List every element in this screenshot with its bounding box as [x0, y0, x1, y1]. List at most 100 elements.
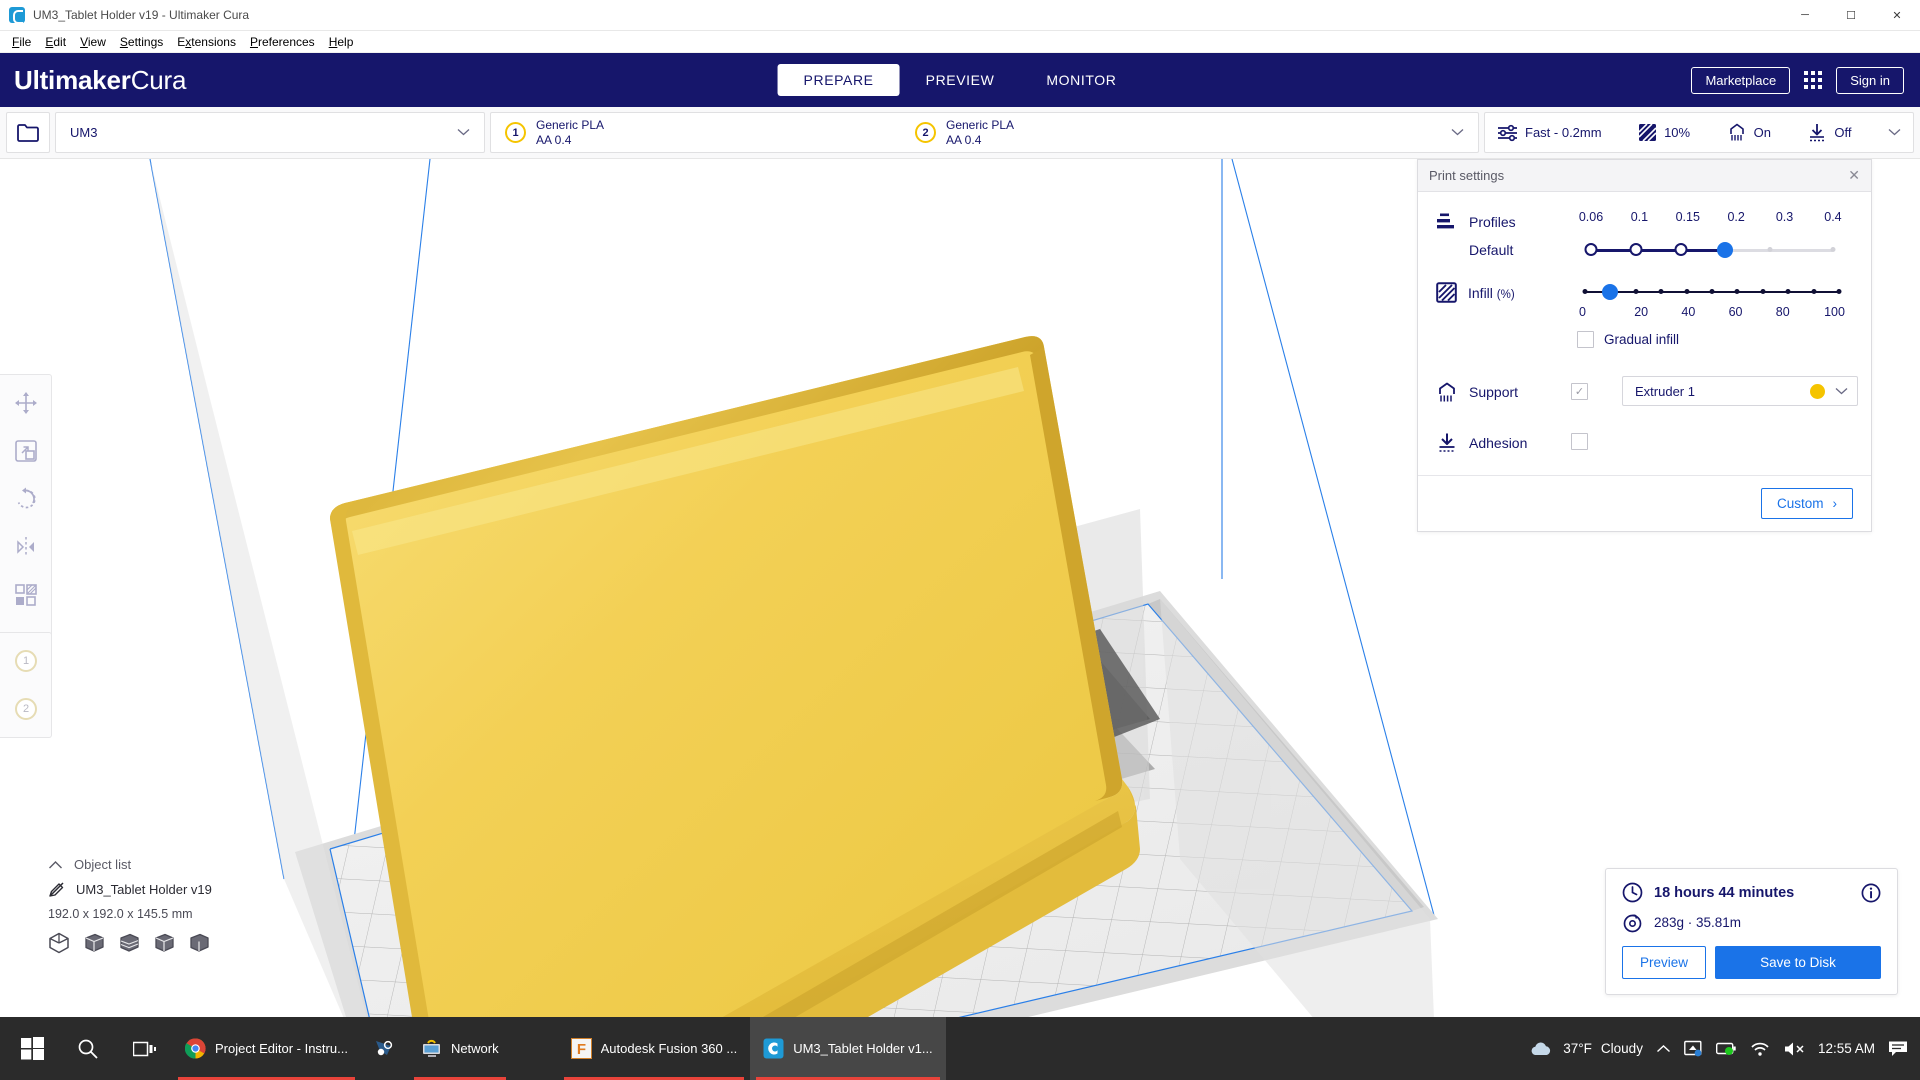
notification-icon [1889, 1041, 1907, 1056]
per-model-settings-tool-button[interactable] [0, 571, 52, 619]
marketplace-button[interactable]: Marketplace [1691, 66, 1791, 94]
taskbar-app-cura[interactable]: UM3_Tablet Holder v1... [750, 1017, 946, 1080]
rotate-tool-button[interactable] [0, 475, 52, 523]
object-dimensions: 192.0 x 192.0 x 145.5 mm [48, 907, 193, 921]
taskbar-clock[interactable]: 12:55 AM [1818, 1041, 1875, 1056]
info-icon[interactable] [1861, 883, 1881, 903]
extruder-2-config[interactable]: 2 Generic PLA AA 0.4 [915, 118, 1325, 148]
adhesion-row: Adhesion [1436, 412, 1853, 469]
side-view-icon[interactable] [188, 932, 210, 954]
task-view-button[interactable] [116, 1017, 172, 1080]
scale-tool-button[interactable] [0, 427, 52, 475]
extruder-button-1-label: 1 [15, 650, 37, 672]
open-file-button[interactable] [6, 112, 50, 153]
extruder-button-1[interactable]: 1 [0, 637, 52, 685]
search-button[interactable] [60, 1017, 116, 1080]
app-header: UltimakerCura PREPARE PREVIEW MONITOR Ma… [0, 53, 1920, 107]
gradual-infill-row[interactable]: Gradual infill [1571, 331, 1853, 348]
steam-icon [375, 1040, 393, 1056]
tray-overflow-button[interactable] [1656, 1044, 1671, 1054]
notification-center-button[interactable] [1888, 1040, 1908, 1058]
tab-preview[interactable]: PREVIEW [900, 64, 1021, 96]
profile-dot-2[interactable] [1674, 243, 1688, 256]
onedrive-tray-icon[interactable] [1684, 1040, 1703, 1057]
support-extruder-dropdown[interactable]: Extruder 1 [1622, 376, 1858, 406]
menu-help[interactable]: Help [322, 33, 361, 51]
adhesion-indicator[interactable]: Off [1807, 123, 1852, 142]
support-checkbox[interactable]: ✓ [1571, 382, 1588, 400]
wifi-tray-icon[interactable] [1750, 1041, 1770, 1057]
menu-edit[interactable]: Edit [38, 33, 73, 51]
profiles-sub-label: Default [1469, 242, 1514, 258]
profile-dot-4[interactable] [1767, 247, 1773, 252]
menu-preferences[interactable]: Preferences [243, 33, 322, 51]
app-grid-icon[interactable] [1804, 71, 1823, 89]
object-list-item[interactable]: UM3_Tablet Holder v19 [48, 881, 212, 898]
front-view-icon[interactable] [153, 932, 175, 954]
extruder-1-badge: 1 [505, 122, 526, 143]
infill-slider[interactable] [1582, 284, 1842, 300]
maximize-button[interactable]: ☐ [1828, 0, 1874, 31]
extruder-1-config[interactable]: 1 Generic PLA AA 0.4 [505, 118, 915, 148]
battery-tray-icon[interactable] [1715, 1041, 1737, 1056]
custom-settings-button[interactable]: Custom › [1760, 488, 1853, 519]
profile-tick-0: 0.06 [1578, 210, 1604, 224]
profile-dot-3-selected[interactable] [1717, 242, 1734, 258]
profile-dot-0[interactable] [1584, 243, 1598, 256]
menu-extensions[interactable]: Extensions [170, 33, 243, 51]
close-icon[interactable]: ✕ [1848, 167, 1860, 184]
move-tool-button[interactable] [0, 379, 52, 427]
adhesion-checkbox[interactable] [1571, 433, 1588, 450]
solid-view-icon[interactable] [48, 932, 70, 954]
infill-tick-2: 40 [1681, 305, 1696, 319]
tab-prepare[interactable]: PREPARE [777, 64, 900, 96]
taskbar-app-steam[interactable] [361, 1017, 408, 1080]
print-setup-selector[interactable]: Fast - 0.2mm 10% On Off [1484, 112, 1914, 153]
extruder-button-2[interactable]: 2 [0, 685, 52, 733]
gradual-infill-checkbox[interactable] [1577, 331, 1594, 348]
taskbar-app-chrome[interactable]: Project Editor - Instru... [172, 1017, 361, 1080]
extruder-2-nozzle: AA 0.4 [946, 132, 982, 147]
printer-name: UM3 [70, 125, 98, 140]
volume-tray-icon[interactable] [1783, 1041, 1805, 1057]
layer-view-icon[interactable] [118, 932, 140, 954]
xray-view-icon[interactable] [83, 932, 105, 954]
pencil-icon [49, 882, 64, 897]
sign-in-button[interactable]: Sign in [1836, 66, 1904, 94]
menu-file[interactable]: File [5, 33, 38, 51]
preview-button[interactable]: Preview [1622, 946, 1707, 979]
save-to-disk-button[interactable]: Save to Disk [1715, 946, 1881, 979]
menu-view[interactable]: View [73, 33, 113, 51]
logo-bold: Ultimaker [14, 64, 131, 95]
spool-icon [1623, 914, 1642, 933]
menu-settings[interactable]: Settings [113, 33, 170, 51]
mirror-tool-button[interactable] [0, 523, 52, 571]
close-button[interactable]: ✕ [1874, 0, 1920, 31]
start-button[interactable] [4, 1017, 60, 1080]
profiles-label: Profiles [1469, 214, 1516, 230]
profile-dot-1[interactable] [1629, 243, 1643, 256]
weather-widget[interactable]: 37°F Cloudy [1528, 1040, 1643, 1058]
model-tools-toolbar [0, 374, 52, 672]
infill-tick-1: 20 [1634, 305, 1649, 319]
support-extruder-value: Extruder 1 [1635, 383, 1695, 399]
profile-dot-5[interactable] [1830, 247, 1836, 252]
taskbar-app-network[interactable]: Network [408, 1017, 512, 1080]
profiles-slider[interactable] [1571, 242, 1853, 258]
taskbar-app-fusion360[interactable]: F Autodesk Fusion 360 ... [558, 1017, 751, 1080]
3d-viewport[interactable]: 1 2 Object list UM3_Tablet Holder v19 19… [0, 159, 1920, 1017]
chevron-up-icon [49, 860, 62, 868]
infill-indicator[interactable]: 10% [1638, 123, 1690, 142]
minimize-button[interactable]: ─ [1782, 0, 1828, 31]
quality-indicator[interactable]: Fast - 0.2mm [1497, 124, 1602, 142]
adhesion-label-cell: Adhesion [1436, 430, 1571, 453]
support-indicator[interactable]: On [1727, 123, 1771, 142]
chevron-down-icon [457, 127, 470, 139]
infill-slider-handle[interactable] [1602, 284, 1619, 300]
printer-selector[interactable]: UM3 [55, 112, 485, 153]
object-list-header-row[interactable]: Object list [48, 857, 212, 872]
profiles-row: Profiles 0.06 0.1 0.15 0.2 0.3 0.4 [1436, 204, 1853, 242]
tab-monitor[interactable]: MONITOR [1020, 64, 1142, 96]
material-selector[interactable]: 1 Generic PLA AA 0.4 2 Generic PLA AA 0.… [490, 112, 1479, 153]
object-list-label: Object list [74, 857, 132, 872]
